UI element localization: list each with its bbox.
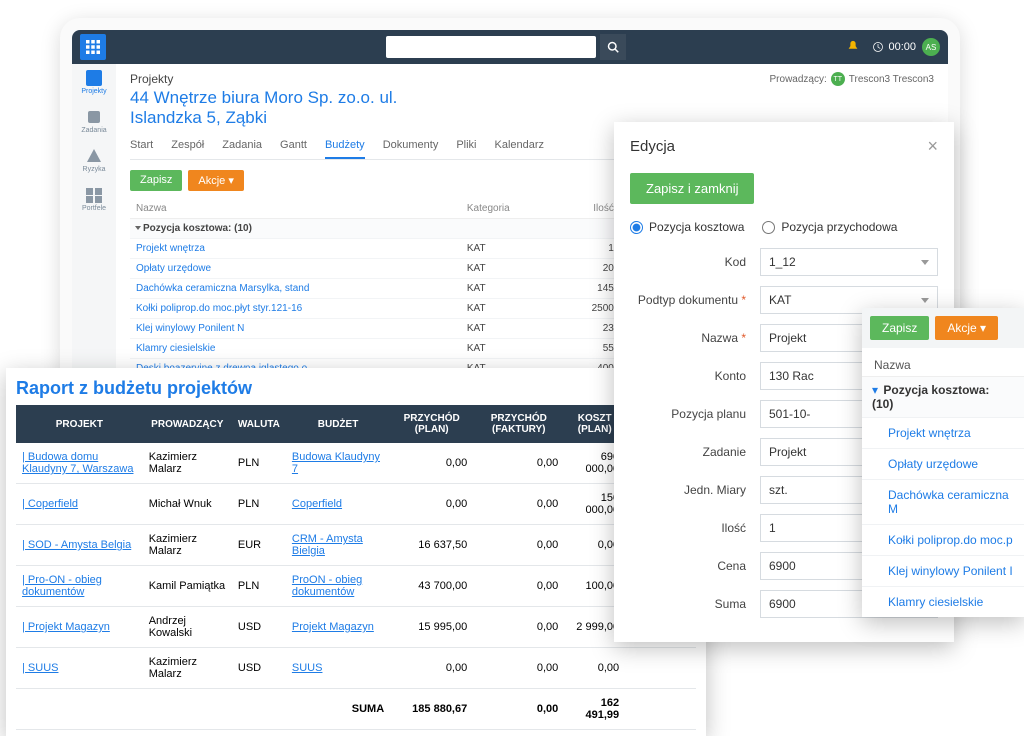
nav-rail: Projekty Zadania Ryzyka Portfele <box>72 64 116 406</box>
radio-cost[interactable]: Pozycja kosztowa <box>630 220 744 234</box>
notifications-icon[interactable] <box>846 40 860 54</box>
radio-income[interactable]: Pozycja przychodowa <box>762 220 897 234</box>
side-list-panel: Zapisz Akcje ▾ Nazwa ▾ Pozycja kosztowa:… <box>862 308 1024 617</box>
page-title: 44 Wnętrze biura Moro Sp. zo.o. ul. Isla… <box>130 88 470 129</box>
save-close-button[interactable]: Zapisz i zamknij <box>630 173 754 204</box>
side-actions-button[interactable]: Akcje ▾ <box>935 316 998 340</box>
side-header: Nazwa <box>862 348 1024 376</box>
report-table: PROJEKTPROWADZĄCYWALUTABUDŻETPRZYCHÓD (P… <box>16 405 696 730</box>
modal-title: Edycja <box>630 138 675 155</box>
report-panel: Raport z budżetu projektów PROJEKTPROWAD… <box>6 368 706 736</box>
table-row[interactable]: | SOD - Amysta BelgiaKazimierz MalarzEUR… <box>16 525 696 566</box>
timer-display: 00:00 <box>872 41 916 53</box>
apps-button[interactable] <box>80 34 106 60</box>
side-save-button[interactable]: Zapisz <box>870 316 929 340</box>
table-row[interactable]: | Projekt MagazynAndrzej KowalskiUSDProj… <box>16 607 696 648</box>
actions-button[interactable]: Akcje ▾ <box>188 170 243 191</box>
tab-start[interactable]: Start <box>130 135 153 159</box>
field-kod: Kod1_12 <box>630 248 938 276</box>
kod-select[interactable]: 1_12 <box>760 248 938 276</box>
tab-zespół[interactable]: Zespół <box>171 135 204 159</box>
project-lead: Prowadzący: TT Trescon3 Trescon3 <box>770 72 934 86</box>
rail-portfele[interactable]: Portfele <box>82 187 106 212</box>
topbar: 00:00 AS <box>72 30 948 64</box>
tab-dokumenty[interactable]: Dokumenty <box>383 135 439 159</box>
table-row[interactable]: | CoperfieldMichał WnukPLNCoperfield0,00… <box>16 484 696 525</box>
list-item[interactable]: Dachówka ceramiczna M <box>862 479 1024 524</box>
list-item[interactable]: Klamry ciesielskie <box>862 586 1024 617</box>
rail-projekty[interactable]: Projekty <box>81 70 106 95</box>
tab-zadania[interactable]: Zadania <box>222 135 262 159</box>
list-item[interactable]: Opłaty urzędowe <box>862 448 1024 479</box>
table-row[interactable]: | SUUSKazimierz MalarzUSDSUUS0,000,000,0… <box>16 648 696 689</box>
tab-gantt[interactable]: Gantt <box>280 135 307 159</box>
rail-ryzyka[interactable]: Ryzyka <box>83 148 106 173</box>
type-radios: Pozycja kosztowa Pozycja przychodowa <box>630 220 938 234</box>
save-button[interactable]: Zapisz <box>130 170 182 191</box>
rail-zadania[interactable]: Zadania <box>81 109 106 134</box>
tab-pliki[interactable]: Pliki <box>456 135 476 159</box>
list-item[interactable]: Klej winylowy Ponilent I <box>862 555 1024 586</box>
search-input[interactable] <box>386 36 596 58</box>
side-group[interactable]: ▾ Pozycja kosztowa: (10) <box>862 376 1024 417</box>
table-row[interactable]: | Pro-ON - obieg dokumentówKamil Pamiątk… <box>16 566 696 607</box>
list-item[interactable]: Kołki poliprop.do moc.p <box>862 524 1024 555</box>
search-button[interactable] <box>600 34 626 60</box>
user-avatar[interactable]: AS <box>922 38 940 56</box>
list-item[interactable]: Projekt wnętrza <box>862 417 1024 448</box>
table-row[interactable]: | Budowa domu Klaudyny 7, WarszawaKazimi… <box>16 443 696 484</box>
close-icon[interactable]: × <box>927 136 938 157</box>
report-title: Raport z budżetu projektów <box>16 378 696 399</box>
tab-budżety[interactable]: Budżety <box>325 135 365 159</box>
tab-kalendarz[interactable]: Kalendarz <box>495 135 545 159</box>
